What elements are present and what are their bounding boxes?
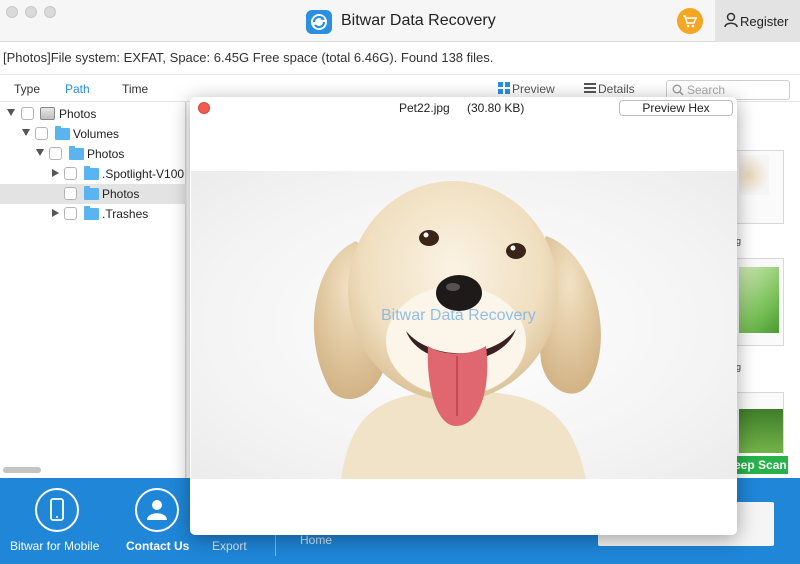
collapse-arrow-icon[interactable] [52, 169, 59, 177]
tree-checkbox[interactable] [64, 207, 77, 220]
tree-checkbox[interactable] [64, 167, 77, 180]
file-thumbnail[interactable] [736, 258, 784, 346]
tree-item-label: Volumes [73, 127, 120, 141]
search-icon [672, 84, 684, 96]
app-logo-icon [306, 10, 332, 34]
deep-scan-label: eep Scan [734, 458, 787, 472]
preview-dialog: Pet22.jpg (30.80 KB) Preview Hex Bitwar … [190, 97, 737, 535]
details-view-button[interactable]: Details [584, 82, 635, 96]
preview-image: Bitwar Data Recovery [191, 171, 737, 479]
preview-watermark: Bitwar Data Recovery [381, 307, 536, 324]
export-label[interactable]: Export [212, 539, 247, 553]
preview-filesize: (30.80 KB) [467, 101, 525, 115]
folder-icon [55, 126, 70, 140]
thumbnail-image [739, 409, 783, 453]
folder-tree: Photos Volumes Photos .Spotlight-V100 Ph… [0, 102, 186, 478]
tree-item-trashes[interactable]: .Trashes [0, 204, 186, 224]
dog-image [313, 181, 601, 479]
thumbnail-image [739, 155, 769, 195]
folder-icon [84, 186, 99, 200]
expand-arrow-icon[interactable] [22, 129, 30, 136]
tab-type[interactable]: Type [14, 82, 40, 96]
tree-item-photos-drive[interactable]: Photos [0, 104, 186, 124]
tree-item-spotlight[interactable]: .Spotlight-V100 [0, 164, 186, 184]
app-title: Bitwar Data Recovery [341, 12, 496, 29]
folder-icon [84, 206, 99, 220]
scan-info-text: [Photos]File system: EXFAT, Space: 6.45G… [3, 50, 494, 65]
search-input[interactable] [687, 83, 785, 97]
tree-checkbox[interactable] [64, 187, 77, 200]
user-icon [724, 12, 738, 28]
tree-item-label: Photos [59, 107, 97, 121]
thumbnail-image [739, 267, 779, 333]
window-close-button[interactable] [6, 6, 18, 18]
window-minimize-button[interactable] [25, 6, 37, 18]
preview-view-label: Preview [512, 82, 555, 96]
tab-time[interactable]: Time [122, 82, 148, 96]
expand-arrow-icon[interactable] [36, 149, 44, 156]
file-thumbnail[interactable] [736, 392, 784, 454]
window-zoom-button[interactable] [44, 6, 56, 18]
file-thumbnail[interactable] [736, 150, 784, 224]
bottom-divider [275, 534, 276, 556]
tree-checkbox[interactable] [49, 147, 62, 160]
contact-label[interactable]: Contact Us [126, 539, 189, 553]
register-label: Register [740, 14, 789, 29]
tree-item-label: .Trashes [102, 207, 149, 221]
preview-header: Pet22.jpg (30.80 KB) Preview Hex [190, 97, 737, 119]
tree-item-volumes[interactable]: Volumes [0, 124, 186, 144]
details-view-label: Details [598, 82, 635, 96]
cart-icon [683, 15, 698, 28]
tree-item-label: .Spotlight-V100 [102, 167, 185, 181]
horizontal-scrollbar[interactable] [3, 467, 41, 473]
mobile-label[interactable]: Bitwar for Mobile [10, 539, 99, 553]
preview-view-button[interactable]: Preview [498, 82, 555, 96]
info-bar: [Photos]File system: EXFAT, Space: 6.45G… [0, 42, 800, 74]
tab-path[interactable]: Path [65, 82, 90, 96]
preview-filename: Pet22.jpg [399, 101, 450, 115]
close-preview-button[interactable] [198, 102, 210, 114]
phone-icon [50, 498, 64, 521]
tree-checkbox[interactable] [35, 127, 48, 140]
drive-icon [40, 107, 55, 120]
tree-item-label: Photos [102, 187, 140, 201]
tree-item-photos-selected[interactable]: Photos [0, 184, 186, 204]
cart-button[interactable] [677, 8, 703, 34]
tree-item-label: Photos [87, 147, 125, 161]
person-icon [147, 500, 167, 520]
grid-icon [498, 82, 510, 94]
folder-icon [84, 166, 99, 180]
tree-checkbox[interactable] [21, 107, 34, 120]
expand-arrow-icon[interactable] [7, 109, 15, 116]
home-label[interactable]: Home [300, 533, 332, 547]
deep-scan-button[interactable]: eep Scan [728, 456, 788, 474]
collapse-arrow-icon[interactable] [52, 209, 59, 217]
title-bar: Bitwar Data Recovery Register [0, 0, 800, 42]
mobile-button[interactable] [35, 488, 79, 532]
preview-hex-button[interactable]: Preview Hex [619, 100, 733, 116]
register-button[interactable]: Register [715, 0, 800, 42]
tree-item-photos-folder[interactable]: Photos [0, 144, 186, 164]
folder-icon [69, 146, 84, 160]
contact-button[interactable] [135, 488, 179, 532]
list-icon [584, 83, 596, 93]
